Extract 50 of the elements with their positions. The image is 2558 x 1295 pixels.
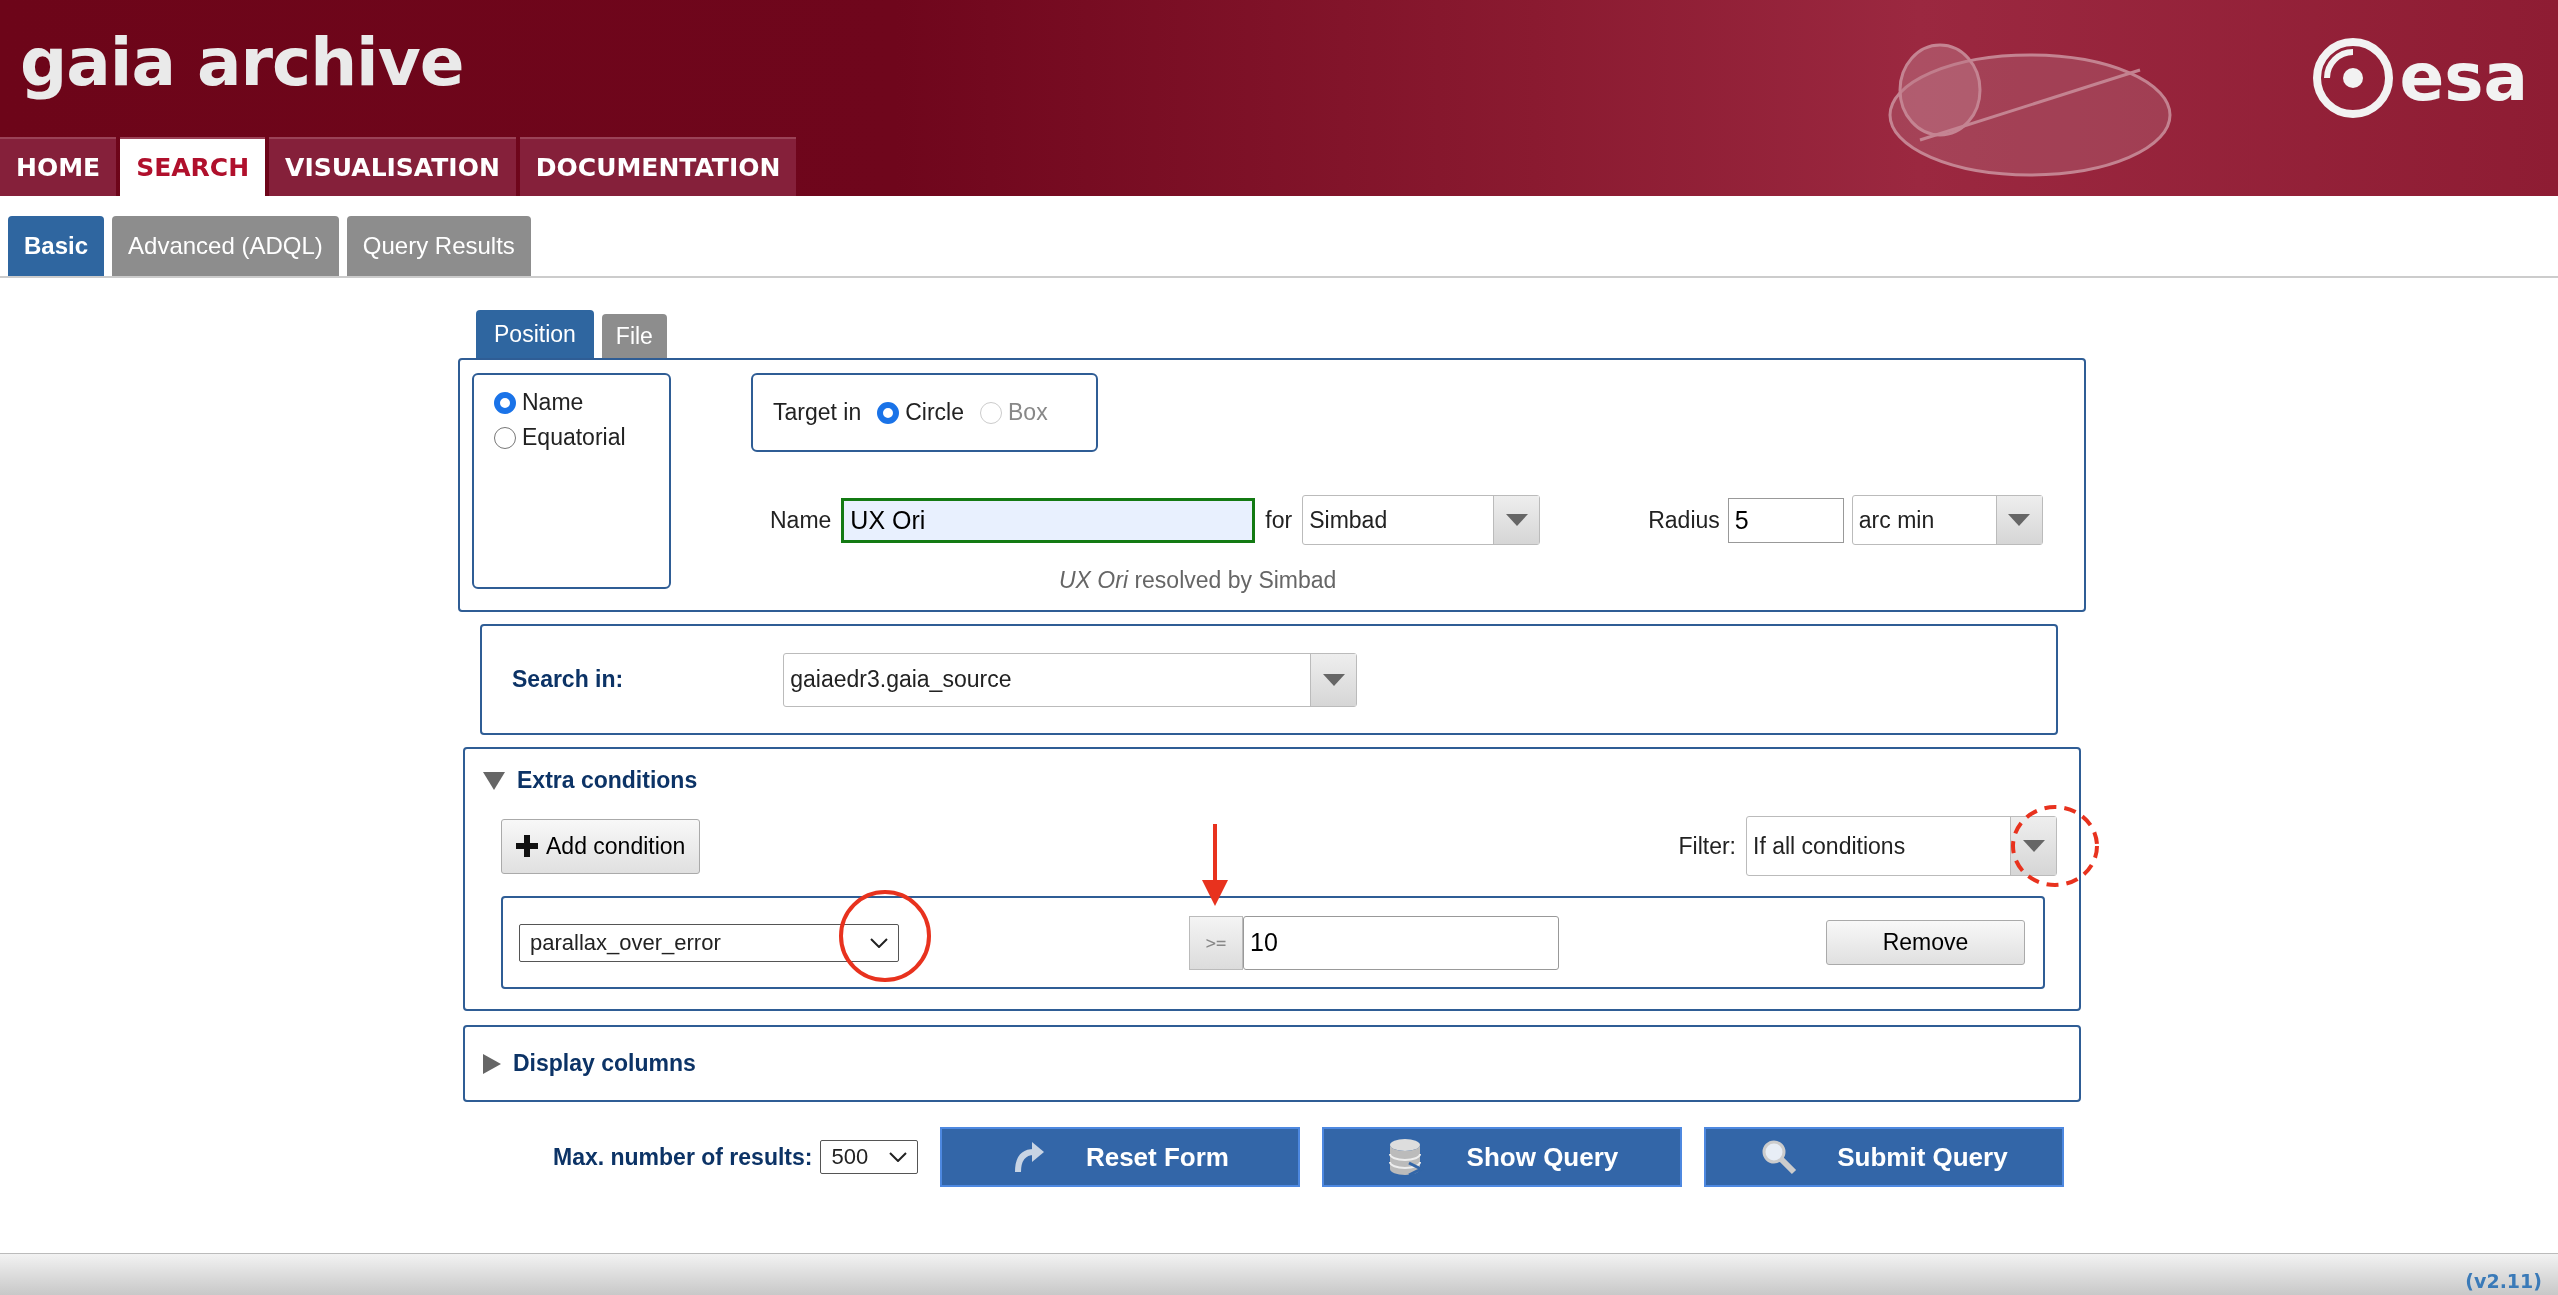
caret-down-icon [1322, 673, 1345, 686]
table-dropdown[interactable]: gaiaedr3.gaia_source [783, 652, 1358, 707]
field-label: Max. number of results: [553, 1143, 813, 1171]
radius-field[interactable]: 5 [1727, 497, 1844, 543]
radio-label: Box [1008, 399, 1048, 426]
chevron-down-icon [889, 1152, 908, 1162]
target-label: Target in [773, 399, 862, 426]
resolver-note: UX Ori resolved by Simbad [1059, 567, 1338, 594]
remove-button[interactable]: Remove [1826, 920, 2025, 965]
value-field[interactable]: 10 [1243, 915, 1559, 970]
field-label: Radius [1648, 506, 1720, 534]
caret-down-icon [2008, 514, 2031, 526]
nav-tab[interactable]: SEARCH [120, 137, 266, 196]
logo-text: esa [2399, 45, 2528, 111]
caret-down-icon [1505, 514, 1528, 526]
radio-label[interactable]: Equatorial [522, 424, 626, 451]
logo-icon [2313, 38, 2394, 118]
resolver-dropdown[interactable]: Simbad [1302, 495, 1541, 545]
disclosure-triangle-icon[interactable] [483, 771, 505, 790]
field-label: Name [770, 506, 832, 534]
radio-button[interactable] [494, 391, 516, 414]
caret-down-icon [2022, 840, 2045, 852]
section-title[interactable]: Display columns [513, 1050, 696, 1077]
input-tab[interactable]: Position [476, 310, 594, 358]
column-dropdown[interactable]: parallax_over_error [519, 923, 899, 962]
radio-label[interactable]: Circle [905, 399, 964, 426]
radio-button[interactable] [877, 401, 900, 424]
field-label: Search in: [512, 666, 624, 693]
plus-icon [516, 835, 538, 857]
reset-button[interactable]: Reset Form [940, 1127, 1301, 1187]
max-results-dropdown[interactable]: 500 [820, 1140, 919, 1174]
unit-dropdown[interactable]: arc min [1851, 495, 2043, 545]
version-label: (v2.11) [2465, 1270, 2542, 1292]
target-name-field[interactable]: UX Ori [841, 497, 1256, 543]
nav-tab[interactable]: DOCUMENTATION [519, 137, 797, 196]
radio-button[interactable] [494, 426, 516, 449]
filter-dropdown[interactable]: If all conditions [1746, 816, 2057, 876]
nav-tab[interactable]: VISUALISATION [269, 137, 516, 196]
disclosure-triangle-icon[interactable] [483, 1053, 501, 1074]
section-title[interactable]: Extra conditions [517, 767, 698, 794]
show-query-button[interactable]: Show Query [1322, 1127, 1683, 1187]
submit-button[interactable]: Submit Query [1704, 1127, 2065, 1187]
radio-label[interactable]: Name [522, 389, 584, 416]
field-label: Filter: [1678, 832, 1736, 860]
add-condition-button[interactable]: Add condition [501, 818, 701, 874]
query-mode-tab[interactable]: Basic [8, 216, 105, 276]
search-icon [1761, 1139, 1798, 1175]
chevron-down-icon [870, 937, 888, 948]
field-label: for [1265, 506, 1293, 534]
nav-tab[interactable]: HOME [0, 137, 117, 196]
